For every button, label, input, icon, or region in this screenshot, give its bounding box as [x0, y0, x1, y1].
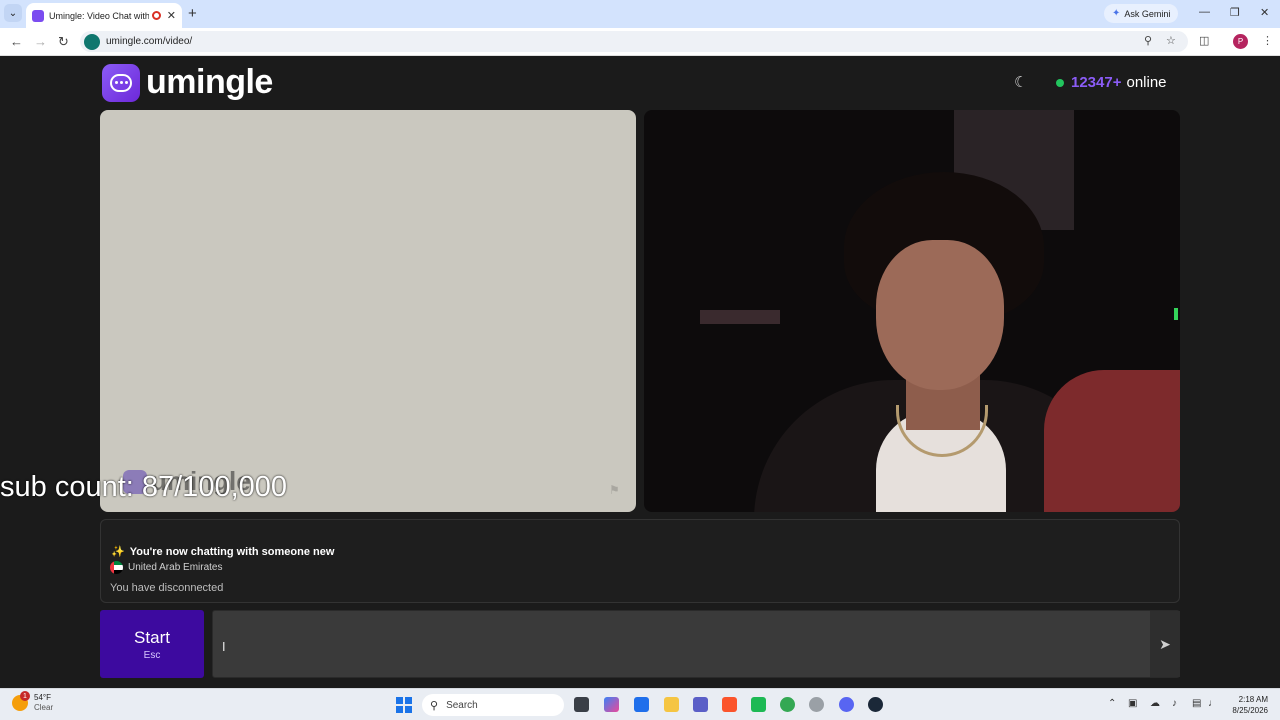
online-counter: 12347+ online — [1056, 74, 1167, 91]
recording-indicator-icon — [151, 11, 161, 20]
chat-bubble-logo-icon — [102, 63, 140, 102]
weather-widget[interactable]: 1 54°F Clear — [12, 691, 54, 713]
store-icon[interactable] — [634, 697, 649, 712]
green-led-light — [1174, 308, 1178, 320]
red-light-glow — [1044, 370, 1180, 512]
browser-tab-bar: ⌄ Umingle: Video Chat with St ✕ + ✦ Ask … — [0, 0, 1280, 28]
brave-icon[interactable] — [722, 697, 737, 712]
background-shelf — [700, 310, 780, 324]
chrome-icon[interactable] — [780, 697, 795, 712]
network-icon[interactable]: ▤ — [1192, 698, 1201, 709]
tray-chevron-up-icon[interactable]: ⌃ — [1108, 698, 1116, 709]
steam-icon[interactable] — [868, 697, 883, 712]
file-explorer-icon[interactable] — [664, 697, 679, 712]
sparkles-icon: ✨ — [111, 546, 125, 558]
send-button[interactable]: ➤ — [1150, 611, 1180, 677]
new-partner-text: You're now chatting with someone new — [129, 545, 335, 558]
notification-badge: 1 — [20, 691, 30, 701]
paper-plane-icon: ➤ — [1159, 635, 1171, 652]
new-partner-message: ✨ You're now chatting with someone new — [111, 545, 335, 559]
tab-title: Umingle: Video Chat with St — [49, 10, 149, 21]
profile-avatar[interactable]: P — [1233, 34, 1248, 49]
moon-icon[interactable]: ☾ — [1014, 73, 1027, 91]
teams-icon[interactable] — [693, 697, 708, 712]
task-view-icon[interactable] — [574, 697, 589, 712]
zoom-icon[interactable]: ⚲ — [1144, 34, 1152, 47]
self-camera-video — [644, 110, 1180, 512]
discord-icon[interactable] — [839, 697, 854, 712]
message-composer: Ⅰ ➤ — [212, 610, 1180, 678]
address-bar[interactable]: umingle.com/video/ — [80, 31, 1188, 52]
site-info-icon[interactable] — [84, 33, 100, 50]
online-count: 12347+ — [1071, 74, 1122, 91]
onedrive-icon[interactable]: ☁ — [1150, 698, 1160, 709]
reload-icon[interactable]: ↻ — [58, 34, 69, 50]
tab-search-chevron-icon[interactable]: ⌄ — [4, 4, 22, 22]
online-label: online — [1126, 74, 1167, 91]
flag-icon[interactable]: ⚑ — [609, 483, 620, 497]
online-status-dot — [1056, 78, 1064, 87]
microphone-icon[interactable]: ♪ — [1172, 698, 1177, 709]
minimize-icon[interactable]: — — [1199, 6, 1210, 18]
ask-gemini-label: Ask Gemini — [1124, 8, 1171, 19]
search-icon: ⚲ — [430, 699, 439, 712]
partner-country: United Arab Emirates — [110, 561, 223, 574]
stranger-video: umingle ⚑ — [100, 110, 636, 512]
start-button-label: Start — [134, 627, 170, 647]
message-input[interactable] — [213, 611, 1149, 677]
browser-toolbar: ← → ↻ umingle.com/video/ ⚲ ☆ ◫ ⋮ — [0, 28, 1280, 56]
browser-tab[interactable]: Umingle: Video Chat with St ✕ — [26, 3, 182, 28]
weather-sun-icon: 1 — [12, 691, 30, 711]
extensions-puzzle-icon[interactable]: ◫ — [1199, 34, 1209, 47]
start-button-shortcut: Esc — [143, 649, 161, 661]
weather-description: Clear — [34, 703, 54, 712]
system-clock[interactable]: 2:18 AM 8/25/2026 — [1224, 694, 1268, 716]
uae-flag-icon — [110, 561, 123, 574]
restore-icon[interactable]: ❐ — [1230, 6, 1240, 19]
more-menu-icon[interactable]: ⋮ — [1262, 34, 1273, 47]
tab-close-icon[interactable]: ✕ — [167, 9, 176, 22]
umingle-favicon-icon — [32, 9, 44, 22]
logo-text: umingle — [146, 63, 273, 101]
umingle-page: umingle ☾ 12347+ online umingle ⚑ sub co… — [0, 57, 1280, 688]
gemini-sparkle-icon: ✦ — [1112, 8, 1121, 19]
sub-count-overlay: sub count: 87/100,000 — [0, 471, 288, 503]
forward-arrow-icon[interactable]: → — [34, 34, 47, 49]
chat-log: ✨ You're now chatting with someone new U… — [100, 519, 1180, 603]
tray-app-icon[interactable]: ▣ — [1128, 698, 1137, 709]
windows-start-icon[interactable] — [396, 697, 412, 713]
bookmark-star-icon[interactable]: ☆ — [1166, 34, 1176, 47]
search-label: Search — [446, 699, 478, 711]
disconnect-status: You have disconnected — [110, 582, 224, 594]
app-icon[interactable] — [751, 697, 766, 712]
text-cursor-icon: Ⅰ — [222, 640, 226, 654]
clock-time: 2:18 AM — [1238, 695, 1268, 704]
copilot-icon[interactable] — [604, 697, 619, 712]
weather-temperature: 54°F — [34, 693, 51, 702]
url-text: umingle.com/video/ — [106, 36, 193, 47]
ask-gemini-button[interactable]: ✦ Ask Gemini — [1104, 4, 1179, 23]
start-button[interactable]: Start Esc — [100, 610, 204, 678]
clock-date: 8/25/2026 — [1232, 706, 1268, 715]
window-close-icon[interactable]: ✕ — [1260, 6, 1269, 19]
new-tab-button[interactable]: + — [188, 5, 197, 22]
windows-taskbar: 1 54°F Clear ⚲ Search ⌃ ▣ ☁ ♪ ▤ ♩ 2:18 A… — [0, 688, 1280, 720]
taskbar-search[interactable]: ⚲ Search — [422, 694, 564, 716]
back-arrow-icon[interactable]: ← — [10, 34, 23, 49]
chrome-profile-icon[interactable] — [809, 697, 824, 712]
country-name: United Arab Emirates — [128, 562, 223, 573]
umingle-logo[interactable]: umingle — [102, 63, 273, 102]
volume-icon[interactable]: ♩ — [1208, 698, 1218, 709]
person-face — [876, 240, 1004, 390]
